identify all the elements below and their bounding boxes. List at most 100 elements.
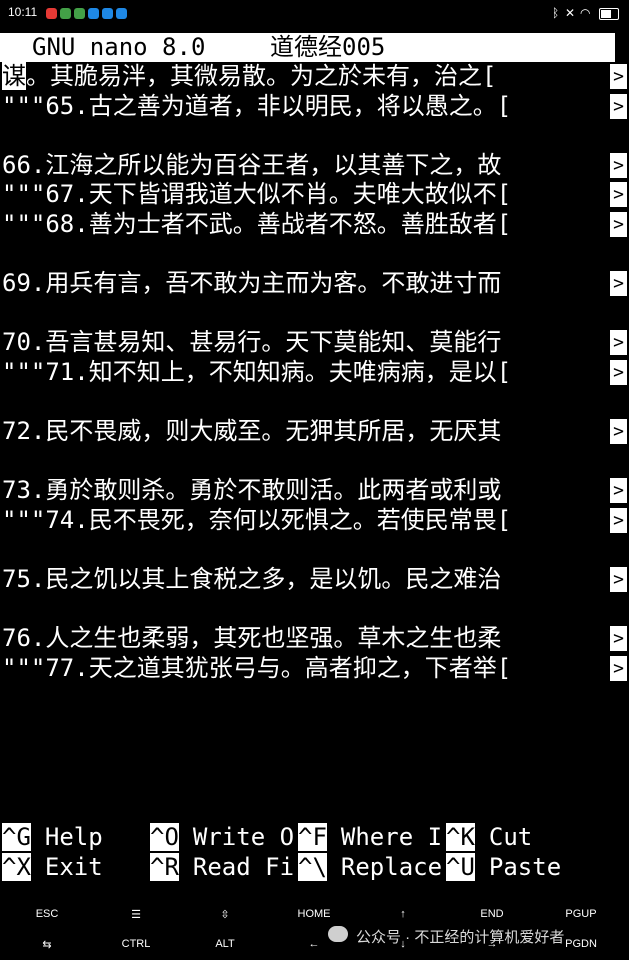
line-overflow-indicator: > <box>610 507 627 533</box>
status-time: 10:11 <box>8 5 38 19</box>
shortcut-label: Cut <box>488 823 533 851</box>
drawer-icon[interactable]: ☰ <box>96 908 176 921</box>
editor-line-text: """71.知不知上，不知知病。夫唯病病，是以[ <box>2 357 512 386</box>
editor-line[interactable]: """67.天下皆谓我道大似不肖。夫唯大故似不[ > <box>0 180 629 210</box>
editor-line-text: """68.善为士者不武。善战者不怒。善胜敌者[ <box>2 209 512 238</box>
shortcut-replace[interactable]: ^\ Replace <box>298 852 442 882</box>
editor-line[interactable]: 73.勇於敢则杀。勇於不敢则活。此两者或利或 > <box>0 476 629 506</box>
wechat-icon <box>328 926 348 942</box>
editor-line[interactable] <box>0 595 629 625</box>
notification-badge-icon <box>74 8 85 19</box>
editor-line-text: """67.天下皆谓我道大似不肖。夫唯大故似不[ <box>2 180 512 209</box>
line-overflow-indicator: > <box>610 655 627 681</box>
scroll-mode-icon[interactable]: ⇳ <box>185 908 265 921</box>
editor-line[interactable]: """68.善为士者不武。善战者不怒。善胜敌者[ > <box>0 210 629 240</box>
editor-line[interactable]: """74.民不畏死，奈何以死惧之。若使民常畏[ > <box>0 506 629 536</box>
ctrl-key[interactable]: CTRL <box>96 938 176 950</box>
program-version: GNU nano 8.0 <box>32 33 206 61</box>
editor-line-text: 70.吾言甚易知、甚易行。天下莫能知、莫能行 <box>2 328 502 357</box>
notification-badge-icon <box>116 8 127 19</box>
watermark-text: 公众号 · 不正经的计算机爱好者 <box>356 929 565 946</box>
editor-line-text: """77.天之道其犹张弓与。高者抑之，下者举[ <box>2 653 512 682</box>
line-overflow-indicator: > <box>610 64 627 89</box>
status-bar: 10:11 ᛒ ✕ ◠ <box>0 0 629 28</box>
shortcut-label: Replace <box>340 853 443 881</box>
file-name: 道德经005 <box>270 33 386 61</box>
editor-line-text: 69.用兵有言，吾不敢为主而为客。不敢进寸而 <box>2 269 502 298</box>
battery-icon <box>599 8 619 20</box>
editor-buffer[interactable]: 谋。其脆易泮，其微易散。为之於未有，治之[> """65.古之善为道者，非以明民，… <box>0 62 629 683</box>
line-overflow-indicator: > <box>610 626 627 652</box>
esc-key[interactable]: ESC <box>7 908 87 920</box>
home-key[interactable]: HOME <box>274 908 354 920</box>
shortcut-help-item[interactable]: ^G Help <box>2 822 103 852</box>
editor-line[interactable]: 69.用兵有言，吾不敢为主而为客。不敢进寸而 > <box>0 269 629 299</box>
text-cursor: 谋 <box>2 62 26 90</box>
alt-key[interactable]: ALT <box>185 938 265 950</box>
shortcut-label: Paste <box>488 853 562 881</box>
line-overflow-indicator: > <box>610 271 627 297</box>
editor-line[interactable] <box>0 447 629 477</box>
pgup-key[interactable]: PGUP <box>541 908 621 920</box>
editor-line[interactable]: 谋。其脆易泮，其微易散。为之於未有，治之[ > <box>0 62 629 92</box>
editor-line[interactable] <box>0 240 629 270</box>
mute-icon: ✕ <box>565 6 576 20</box>
battery-level-fill <box>601 10 611 18</box>
shortcut-write-out[interactable]: ^O Write O <box>150 822 294 852</box>
bluetooth-icon: ᛒ <box>552 6 560 20</box>
shortcut-label: Help <box>44 823 103 851</box>
editor-line[interactable] <box>0 536 629 566</box>
shortcut-key: ^K <box>446 823 475 851</box>
editor-line[interactable]: """65.古之善为道者，非以明民，将以愚之。[ > <box>0 92 629 122</box>
shortcut-label: Where I <box>340 823 443 851</box>
line-overflow-indicator: > <box>610 478 627 504</box>
editor-line-text: """65.古之善为道者，非以明民，将以愚之。[ <box>2 91 512 120</box>
editor-line[interactable]: 75.民之饥以其上食税之多，是以饥。民之难治 > <box>0 565 629 595</box>
editor-line[interactable]: 66.江海之所以能为百谷王者，以其善下之，故 > <box>0 151 629 181</box>
line-overflow-indicator: > <box>610 182 627 208</box>
line-overflow-indicator: > <box>610 359 627 385</box>
shortcut-key: ^O <box>150 823 179 851</box>
editor-line[interactable]: 70.吾言甚易知、甚易行。天下莫能知、莫能行 > <box>0 328 629 358</box>
tab-key-icon[interactable]: ⇆ <box>7 938 87 951</box>
line-overflow-indicator: > <box>610 93 627 119</box>
line-overflow-indicator: > <box>610 567 627 593</box>
shortcut-key: ^U <box>446 853 475 881</box>
notification-badge-icon <box>60 8 71 19</box>
end-key[interactable]: END <box>452 908 532 920</box>
editor-line[interactable] <box>0 121 629 151</box>
editor-line-text: 66.江海之所以能为百谷王者，以其善下之，故 <box>2 150 502 179</box>
shortcut-help: ^G Help ^O Write O ^F Where I ^K Cut ^X Exit … <box>0 822 629 882</box>
shortcut-paste[interactable]: ^U Paste <box>446 852 561 882</box>
shortcut-label: Exit <box>44 853 103 881</box>
editor-line[interactable]: """71.知不知上，不知知病。夫唯病病，是以[ > <box>0 358 629 388</box>
editor-line-text: 谋。其脆易泮，其微易散。为之於未有，治之[ <box>2 62 497 90</box>
editor-line-text: 73.勇於敢则杀。勇於不敢则活。此两者或利或 <box>2 476 502 505</box>
editor-line-text: 75.民之饥以其上食税之多，是以饥。民之难治 <box>2 565 502 594</box>
shortcut-key: ^R <box>150 853 179 881</box>
notification-badge-icon <box>102 8 113 19</box>
editor-line[interactable] <box>0 388 629 418</box>
shortcut-where-is[interactable]: ^F Where I <box>298 822 442 852</box>
shortcut-read-file[interactable]: ^R Read Fi <box>150 852 294 882</box>
notification-badge-icon <box>88 8 99 19</box>
arrow-up-icon[interactable]: ↑ <box>363 908 443 920</box>
editor-line-text: 72.民不畏威，则大威至。无狎其所居，无厌其 <box>2 417 502 446</box>
editor-line[interactable]: """77.天之道其犹张弓与。高者抑之，下者举[ > <box>0 654 629 684</box>
shortcut-label: Write O <box>192 823 295 851</box>
shortcut-exit[interactable]: ^X Exit <box>2 852 103 882</box>
line-overflow-indicator: > <box>610 419 627 445</box>
editor-line[interactable]: 76.人之生也柔弱，其死也坚强。草木之生也柔 > <box>0 624 629 654</box>
editor-line[interactable] <box>0 299 629 329</box>
line-overflow-indicator: > <box>610 152 627 178</box>
editor-line[interactable]: 72.民不畏威，则大威至。无狎其所居，无厌其 > <box>0 417 629 447</box>
shortcut-key: ^F <box>298 823 327 851</box>
line-overflow-indicator: > <box>610 211 627 237</box>
shortcut-cut[interactable]: ^K Cut <box>446 822 532 852</box>
shortcut-key: ^\ <box>298 853 327 881</box>
wifi-icon: ◠ <box>580 6 591 20</box>
shortcut-label: Read Fi <box>192 853 295 881</box>
shortcut-key: ^X <box>2 853 31 881</box>
editor-line-text: """74.民不畏死，奈何以死惧之。若使民常畏[ <box>2 505 512 534</box>
nano-title-bar: GNU nano 8.0 道德经005 <box>0 33 615 62</box>
